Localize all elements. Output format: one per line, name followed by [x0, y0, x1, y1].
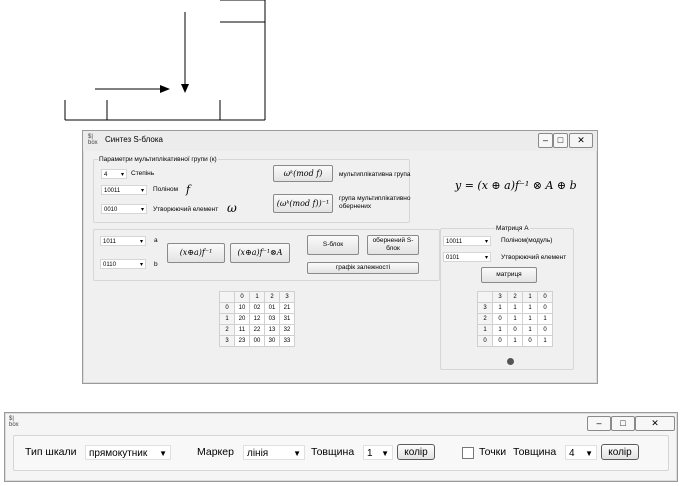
- matrix-polynomial-select[interactable]: 10011 ▾: [443, 236, 491, 246]
- minimize-button[interactable]: –: [587, 416, 611, 431]
- scale-type-label: Тип шкали: [25, 446, 77, 458]
- maximize-button[interactable]: □: [611, 416, 635, 431]
- sblock-button[interactable]: S-блок: [307, 235, 359, 255]
- b-label: b: [154, 261, 158, 268]
- thickness2-select[interactable]: 4 ▼: [565, 445, 597, 460]
- matrix-table: 3 2 1 0 31110 20111 11010 00101: [477, 291, 553, 347]
- generator-select[interactable]: 0010 ▾: [101, 204, 147, 214]
- polynomial-symbol: f: [186, 183, 191, 196]
- matrix-generator-select[interactable]: 0101 ▾: [443, 252, 491, 262]
- degree-select[interactable]: 4 ▾: [101, 169, 127, 179]
- chart-settings-window: $| box – □ ✕ Тип шкали прямокутник ▼ Марке…: [4, 412, 678, 482]
- inverse-group-button[interactable]: (ωᵏ(mod f))⁻¹: [273, 194, 333, 213]
- sbox-synthesis-window: $| box Синтез S-блока – □ ✕ Параметри мул…: [82, 130, 598, 384]
- table-row: 3 23 00 30 33: [219, 335, 295, 347]
- table-row: 1 20 12 03 31: [219, 313, 295, 325]
- matrix-button[interactable]: матриця: [481, 267, 537, 283]
- dependency-chart-button[interactable]: графік залежності: [307, 262, 419, 274]
- scale-type-select[interactable]: прямокутник ▼: [85, 445, 171, 460]
- thickness2-label: Товщина: [513, 446, 557, 458]
- b-select[interactable]: 0110 ▾: [100, 259, 146, 269]
- thickness-select[interactable]: 1 ▼: [363, 445, 393, 460]
- marker-label: Маркер: [197, 446, 234, 458]
- table-row: 00101: [477, 335, 553, 347]
- generator-symbol: ω: [227, 201, 237, 215]
- xa-inverse-button[interactable]: (x⊕a)f⁻¹: [167, 243, 225, 263]
- table-row: 2 11 22 13 32: [219, 324, 295, 336]
- table-row: 0 10 02 01 21: [219, 302, 295, 314]
- matrix-polynomial-label: Поліном(модуль): [501, 237, 553, 244]
- inverse-group-label: група мультиплікативно обернених: [339, 195, 411, 210]
- a-select[interactable]: 1011 ▾: [100, 236, 146, 246]
- table-row: 31110: [477, 302, 553, 314]
- close-button[interactable]: ✕: [635, 416, 675, 431]
- window-title: Синтез S-блока: [105, 135, 163, 144]
- mult-group-label: мультиплікативна група: [339, 171, 411, 178]
- app-icon: $| box: [88, 134, 98, 146]
- xa-inverse-A-button[interactable]: (x⊕a)f⁻¹⊗A: [230, 243, 290, 263]
- title-bar: $| box Синтез S-блока – □ ✕: [83, 131, 597, 151]
- polynomial-label: Поліном: [153, 186, 179, 193]
- mult-group-title: Параметри мультиплікативної групи (к): [98, 156, 218, 163]
- table-row: 20111: [477, 313, 553, 325]
- a-label: a: [154, 237, 158, 244]
- sblock-table-header: 0 1 2 3: [219, 291, 295, 303]
- generator-label: Утворюючий елемент: [153, 206, 219, 213]
- close-button[interactable]: ✕: [569, 133, 593, 148]
- maximize-button[interactable]: □: [553, 133, 568, 148]
- inverse-sblock-button[interactable]: обернений S-блок: [367, 235, 419, 255]
- degree-label: Степінь: [131, 170, 155, 177]
- diagram-arrowhead-down: [181, 84, 189, 93]
- thickness-label: Товщина: [311, 446, 355, 458]
- diagram-arrowhead-right: [160, 85, 170, 93]
- arrow-diagram: [64, 0, 266, 121]
- main-formula: y = (x ⊕ a)f⁻¹ ⊗ A ⊕ b: [455, 179, 577, 192]
- sblock-table: 0 1 2 3 0 10 02 01 21 1 20 12 03 31 2 11 22 13 32 32…: [219, 291, 295, 347]
- color-button[interactable]: колір: [397, 444, 435, 460]
- matrix-generator-label: Утворюючий елемент: [501, 254, 567, 261]
- table-row: 11010: [477, 324, 553, 336]
- matrix-table-header: 3 2 1 0: [477, 291, 553, 303]
- mult-group-button[interactable]: ωᵏ(mod f): [273, 165, 333, 182]
- color2-button[interactable]: колір: [601, 444, 639, 460]
- minimize-button[interactable]: –: [538, 133, 553, 148]
- points-label: Точки: [479, 446, 507, 458]
- matrix-group-title: Матриця А: [495, 225, 530, 232]
- marker-select[interactable]: лінія ▼: [243, 445, 305, 460]
- app-icon: $| box: [9, 416, 19, 428]
- polynomial-select[interactable]: 10011 ▾: [101, 185, 147, 195]
- points-checkbox[interactable]: [462, 447, 474, 459]
- cursor-icon: [507, 358, 514, 365]
